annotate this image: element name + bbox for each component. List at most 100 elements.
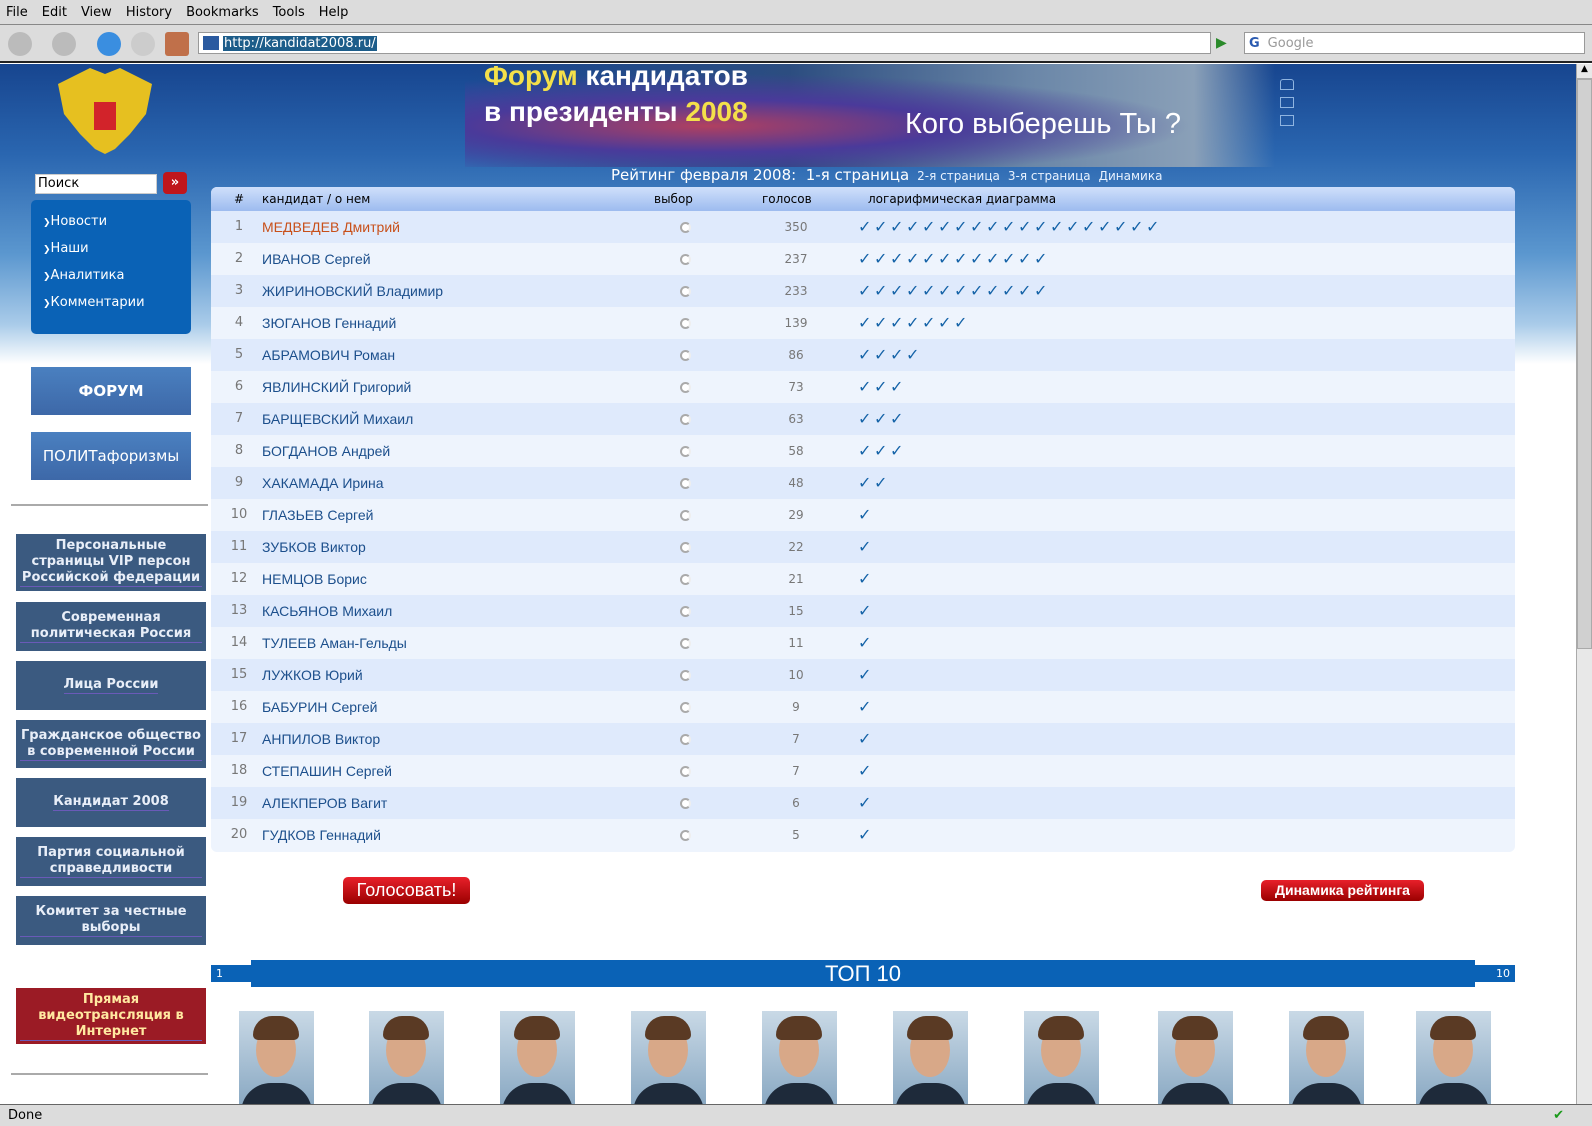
candidate-link[interactable]: ЗУБКОВ Виктор [262,531,366,563]
page-2-link[interactable]: 2-я страница [917,169,1000,183]
sidebar-link[interactable]: Персональные страницы VIP персон Российс… [16,534,206,591]
menu-view[interactable]: View [81,5,112,20]
home-icon[interactable] [1280,79,1294,90]
menu-history[interactable]: History [126,5,172,20]
back-icon[interactable] [8,32,32,56]
candidate-link[interactable]: БОГДАНОВ Андрей [262,435,390,467]
vote-radio[interactable] [680,830,691,841]
check-mark: ✓ [1146,217,1160,236]
candidate-link[interactable]: КАСЬЯНОВ Михаил [262,595,392,627]
candidate-link[interactable]: АБРАМОВИЧ Роман [262,339,395,371]
vote-radio[interactable] [680,414,691,425]
candidate-link[interactable]: ИВАНОВ Сергей [262,243,371,275]
web-search-input[interactable]: G Google [1244,32,1585,54]
check-mark: ✓ [890,345,904,364]
candidate-photo[interactable] [369,1011,444,1104]
vote-count: 29 [788,508,804,522]
vote-radio[interactable] [680,222,691,233]
candidate-photo[interactable] [500,1011,575,1104]
nav-item[interactable]: ❯Аналитика [31,268,191,295]
go-arrow-icon[interactable]: ▶ [1216,35,1227,51]
candidate-photo[interactable] [1289,1011,1364,1104]
vote-radio[interactable] [680,766,691,777]
aphorisms-button[interactable]: ПОЛИТафоризмы [31,432,191,480]
menu-tools[interactable]: Tools [273,5,305,20]
vote-radio[interactable] [680,702,691,713]
page-3-link[interactable]: 3-я страница [1008,169,1091,183]
vote-radio[interactable] [680,510,691,521]
candidate-link[interactable]: БАБУРИН Сергей [262,691,377,723]
rating-dynamics-button[interactable]: Динамика рейтинга [1261,880,1424,901]
sidebar-link[interactable]: Кандидат 2008 [16,778,206,827]
vote-radio[interactable] [680,542,691,553]
menu-help[interactable]: Help [319,5,349,20]
candidate-link[interactable]: БАРЩЕВСКИЙ Михаил [262,403,413,435]
vote-radio[interactable] [680,318,691,329]
candidate-photo[interactable] [1024,1011,1099,1104]
candidate-link[interactable]: АЛЕКПЕРОВ Вагит [262,787,387,819]
vote-radio[interactable] [680,478,691,489]
candidate-link[interactable]: ЗЮГАНОВ Геннадий [262,307,396,339]
stop-icon[interactable] [131,32,155,56]
vote-radio[interactable] [680,638,691,649]
vote-button[interactable]: Голосовать! [343,877,470,904]
candidate-link[interactable]: ЖИРИНОВСКИЙ Владимир [262,275,443,307]
scrollbar-thumb[interactable] [1577,79,1592,649]
vote-radio[interactable] [680,734,691,745]
sidebar-link[interactable]: Лица России [16,661,206,710]
vote-radio[interactable] [680,350,691,361]
candidate-photo[interactable] [893,1011,968,1104]
candidate-photo[interactable] [631,1011,706,1104]
candidate-photo[interactable] [1416,1011,1491,1104]
vertical-scrollbar[interactable]: ▲ [1576,64,1592,1104]
vote-radio[interactable] [680,606,691,617]
reload-icon[interactable] [97,32,121,56]
candidate-photo[interactable] [239,1011,314,1104]
mail-icon[interactable] [1280,97,1294,108]
nav-item[interactable]: ❯Наши [31,241,191,268]
live-stream-button[interactable]: Прямая видеотрансляция в Интернет [16,988,206,1044]
sidebar-link[interactable]: Партия социальной справедливости [16,837,206,886]
search-go-button[interactable]: » [163,172,187,194]
url-field[interactable]: http://kandidat2008.ru/ [198,32,1211,54]
candidate-link[interactable]: СТЕПАШИН Сергей [262,755,392,787]
candidate-link[interactable]: ТУЛЕЕВ Аман-Гельды [262,627,407,659]
sidebar-link[interactable]: Современная политическая Россия [16,602,206,651]
menu-file[interactable]: File [6,5,28,20]
candidate-photo[interactable] [1158,1011,1233,1104]
forum-button[interactable]: ФОРУМ [31,367,191,415]
vote-radio[interactable] [680,286,691,297]
sidebar-link[interactable]: Гражданское общество в современной Росси… [16,720,206,768]
vote-radio[interactable] [680,446,691,457]
top10-start[interactable]: 1 [216,965,223,982]
nav-item[interactable]: ❯Новости [31,214,191,241]
vote-radio[interactable] [680,798,691,809]
candidate-link[interactable]: АНПИЛОВ Виктор [262,723,380,755]
rss-icon[interactable] [1280,115,1294,126]
dynamics-link[interactable]: Динамика [1099,169,1163,183]
sidebar-link[interactable]: Комитет за честные выборы [16,896,206,945]
candidate-link[interactable]: ГЛАЗЬЕВ Сергей [262,499,373,531]
candidate-link[interactable]: НЕМЦОВ Борис [262,563,367,595]
menu-bookmarks[interactable]: Bookmarks [186,5,259,20]
candidate-link[interactable]: ЛУЖКОВ Юрий [262,659,363,691]
site-search-input[interactable]: Поиск [35,174,157,194]
top10-end[interactable]: 10 [1496,965,1510,982]
secure-check-icon: ✔ [1553,1108,1564,1123]
vote-radio[interactable] [680,670,691,681]
vote-radio[interactable] [680,574,691,585]
scroll-up-icon[interactable]: ▲ [1577,64,1592,79]
nav-item[interactable]: ❯Комментарии [31,295,191,322]
check-mark: ✓ [1034,281,1048,300]
vote-radio[interactable] [680,254,691,265]
candidate-link[interactable]: МЕДВЕДЕВ Дмитрий [262,211,400,243]
vote-radio[interactable] [680,382,691,393]
candidate-photo[interactable] [762,1011,837,1104]
page-1-link[interactable]: 1-я страница [806,166,909,184]
candidate-link[interactable]: ГУДКОВ Геннадий [262,819,381,851]
candidate-link[interactable]: ЯВЛИНСКИЙ Григорий [262,371,411,403]
home-icon[interactable] [165,32,189,56]
menu-edit[interactable]: Edit [42,5,67,20]
candidate-link[interactable]: ХАКАМАДА Ирина [262,467,384,499]
forward-icon[interactable] [52,32,76,56]
